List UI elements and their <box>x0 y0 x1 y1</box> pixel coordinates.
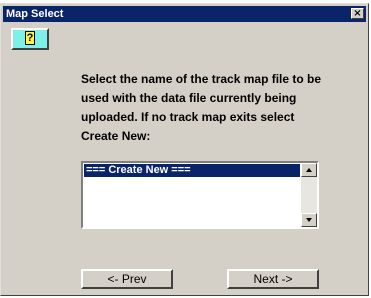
help-question-icon: ? <box>25 31 35 45</box>
title-bar[interactable]: Map Select × <box>3 6 366 22</box>
list-item-create-new[interactable]: === Create New === <box>84 164 300 177</box>
close-icon: × <box>353 8 362 19</box>
map-select-dialog: Map Select × ? Select the name of the tr… <box>0 3 369 296</box>
arrow-up-icon <box>306 168 312 172</box>
window-title: Map Select <box>6 8 64 20</box>
scroll-up-button[interactable] <box>301 163 317 177</box>
next-button[interactable]: Next -> <box>227 269 319 289</box>
scroll-down-button[interactable] <box>301 213 317 227</box>
help-button[interactable]: ? <box>11 28 49 50</box>
listbox-scrollbar[interactable] <box>301 163 317 227</box>
track-map-listbox[interactable]: === Create New === <box>81 161 319 229</box>
close-button[interactable]: × <box>351 8 364 19</box>
arrow-down-icon <box>306 218 312 222</box>
instructions-text: Select the name of the track map file to… <box>81 72 322 143</box>
prev-button[interactable]: <- Prev <box>81 269 173 289</box>
